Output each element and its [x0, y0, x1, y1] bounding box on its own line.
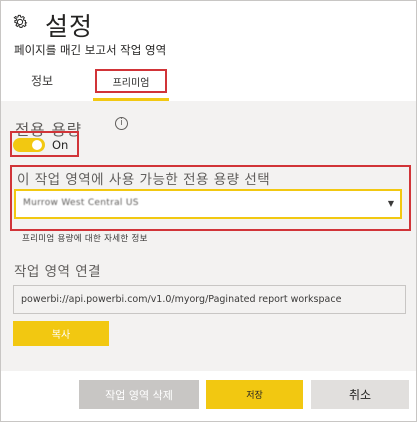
capacity-select-label: 이 작업 영역에 사용 가능한 전용 용량 선택	[17, 172, 271, 188]
premium-capacity-info-link[interactable]: 프리미엄 용량에 대한 자세한 정보	[22, 232, 148, 244]
page-title: 설정	[45, 12, 94, 41]
capacity-selected-value: Murrow West Central US	[23, 198, 139, 208]
save-button[interactable]: 저장	[206, 380, 303, 409]
copy-button[interactable]: 복사	[13, 321, 109, 346]
tab-info[interactable]: 정보	[31, 72, 53, 89]
settings-panel: 설정 페이지를 매긴 보고서 작업 영역 정보 프리미엄 전용 용량 i On …	[0, 0, 417, 422]
capacity-dropdown[interactable]: Murrow West Central US ▼	[14, 189, 402, 219]
workspace-connection-field[interactable]: powerbi://api.powerbi.com/v1.0/myorg/Pag…	[13, 285, 406, 314]
tab-premium[interactable]: 프리미엄	[95, 69, 167, 93]
chevron-down-icon: ▼	[387, 199, 394, 208]
info-icon[interactable]: i	[115, 117, 128, 130]
settings-header: 설정 페이지를 매긴 보고서 작업 영역 정보 프리미엄	[1, 1, 416, 97]
delete-workspace-button[interactable]: 작업 영역 삭제	[79, 380, 199, 409]
toggle-knob	[32, 140, 42, 150]
workspace-connection-url: powerbi://api.powerbi.com/v1.0/myorg/Pag…	[21, 294, 342, 305]
workspace-connection-label: 작업 영역 연결	[14, 264, 102, 280]
dedicated-capacity-toggle[interactable]	[13, 138, 45, 152]
gear-icon	[13, 14, 28, 29]
cancel-button[interactable]: 취소	[311, 380, 409, 409]
toggle-state-label: On	[52, 138, 69, 152]
page-subtitle: 페이지를 매긴 보고서 작업 영역	[14, 43, 167, 57]
